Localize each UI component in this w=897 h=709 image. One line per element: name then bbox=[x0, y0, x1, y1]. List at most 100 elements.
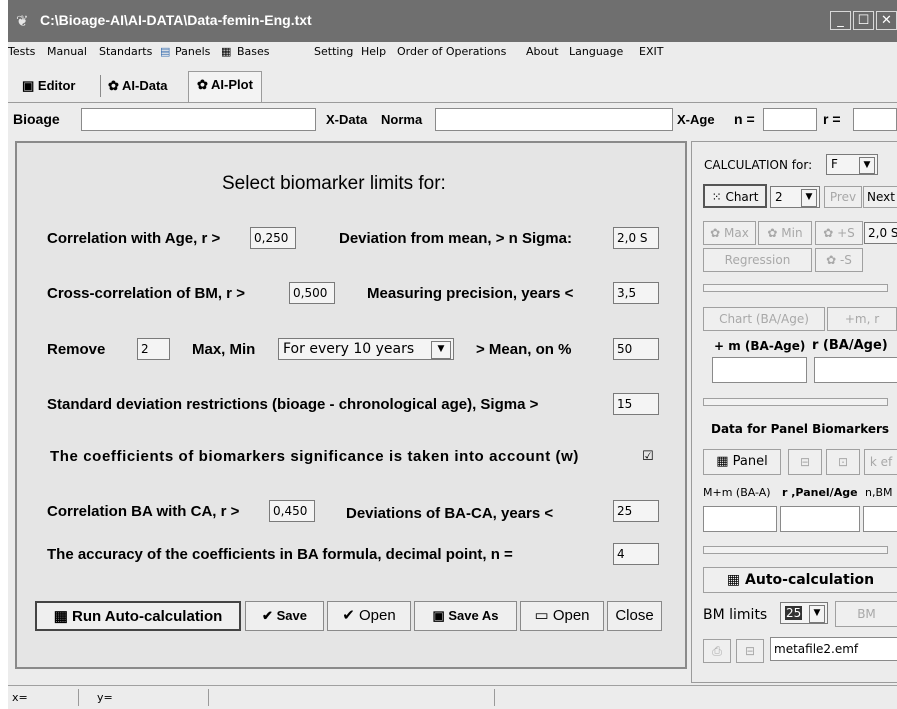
calculator-icon: ▦ bbox=[53, 608, 73, 625]
chart-label: Chart bbox=[725, 190, 759, 204]
r-panel-age-input[interactable] bbox=[780, 506, 860, 532]
calc-for-label: CALCULATION for: bbox=[704, 158, 813, 172]
panel-label: Panel bbox=[732, 454, 768, 469]
min-label: Min bbox=[781, 226, 803, 240]
sd-restriction-input[interactable]: 15 bbox=[613, 393, 659, 415]
max-icon: ✿ bbox=[710, 226, 725, 240]
bm-limits-value: 25 bbox=[785, 606, 803, 620]
m-ba-age-label: + m (BA-Age) bbox=[714, 339, 806, 353]
menu-panels[interactable]: Panels bbox=[175, 45, 210, 58]
menu-standarts[interactable]: Standarts bbox=[99, 45, 152, 58]
r-input[interactable] bbox=[853, 108, 897, 131]
menu-help[interactable]: Help bbox=[361, 45, 386, 58]
plus-s-button[interactable]: ✿ +S bbox=[815, 221, 863, 245]
editor-icon: ▣ bbox=[22, 78, 38, 93]
regression-button[interactable]: Regression bbox=[703, 248, 812, 272]
panel-save-icon[interactable]: ⊟ bbox=[788, 449, 822, 475]
ai-data-icon: ✿ bbox=[108, 78, 123, 93]
tab-ai-data[interactable]: ✿ AI-Data bbox=[108, 73, 168, 99]
kef-button[interactable]: k ef bbox=[864, 449, 897, 475]
menu-about[interactable]: About bbox=[526, 45, 559, 58]
limits-heading: Select biomarker limits for: bbox=[222, 173, 446, 194]
chart-button[interactable]: ⁙ Chart bbox=[703, 184, 767, 208]
accuracy-input[interactable]: 4 bbox=[613, 543, 659, 565]
calc-for-value: F bbox=[831, 157, 838, 171]
dev-mean-label: Deviation from mean, > n Sigma: bbox=[339, 230, 572, 247]
progress-bar-3 bbox=[703, 546, 888, 554]
minus-s-icon: ✿ bbox=[826, 253, 840, 267]
corr-ba-label: Correlation BA with CA, r > bbox=[47, 503, 240, 520]
close-window-button[interactable]: ✕ bbox=[876, 11, 897, 30]
auto-calculation-button[interactable]: ▦ Auto-calculation bbox=[703, 567, 897, 593]
save-as-label: Save As bbox=[448, 608, 499, 623]
mean-percent-input[interactable]: 50 bbox=[613, 338, 659, 360]
xage-label: X-Age bbox=[677, 112, 715, 127]
n-bm-input[interactable] bbox=[863, 506, 897, 532]
n-input[interactable] bbox=[763, 108, 817, 131]
bm-limits-select[interactable]: 25 ▼ bbox=[780, 602, 828, 624]
minimize-button[interactable]: _ bbox=[830, 11, 851, 30]
run-autocalc-button[interactable]: ▦ Run Auto-calculation bbox=[35, 601, 241, 631]
min-button[interactable]: ✿ Min bbox=[758, 221, 812, 245]
checkmark-icon: ✔ bbox=[342, 607, 360, 624]
title-bar: ❦ C:\Bioage-AI\AI-DATA\Data-femin-Eng.tx… bbox=[8, 0, 897, 42]
save-as-button[interactable]: ▣ Save As bbox=[414, 601, 517, 631]
disk-icon[interactable]: ⊟ bbox=[736, 639, 764, 663]
r-panel-age-label: r ,Panel/Age bbox=[782, 486, 858, 499]
calculator-icon: ▦ bbox=[726, 572, 746, 588]
bioage-label: Bioage bbox=[13, 111, 60, 127]
panel-button[interactable]: ▦ Panel bbox=[703, 449, 781, 475]
precision-input[interactable]: 3,5 bbox=[613, 282, 659, 304]
menu-setting[interactable]: Setting bbox=[314, 45, 353, 58]
coef-significance-checkbox[interactable]: ☑ bbox=[642, 449, 654, 464]
m-ba-age-input[interactable] bbox=[712, 357, 807, 383]
tab-editor[interactable]: ▣ Editor bbox=[22, 73, 75, 99]
accuracy-label: The accuracy of the coefficients in BA f… bbox=[47, 546, 513, 563]
norma-label: Norma bbox=[381, 112, 423, 127]
chart-ba-age-button[interactable]: Chart (BA/Age) bbox=[703, 307, 825, 331]
app-window: ❦ C:\Bioage-AI\AI-DATA\Data-femin-Eng.tx… bbox=[8, 0, 897, 709]
limits-panel: Select biomarker limits for: Correlation… bbox=[15, 141, 687, 669]
tab-ai-plot[interactable]: ✿ AI-Plot bbox=[188, 71, 262, 102]
mba-input[interactable] bbox=[703, 506, 777, 532]
sigma-input[interactable]: 2,0 S bbox=[864, 222, 897, 244]
open-button[interactable]: ✔ Open bbox=[327, 601, 411, 631]
bioage-input[interactable] bbox=[81, 108, 316, 131]
norma-input[interactable] bbox=[435, 108, 673, 131]
corr-age-input[interactable]: 0,250 bbox=[250, 227, 296, 249]
max-button[interactable]: ✿ Max bbox=[703, 221, 756, 245]
tab-ai-plot-label: AI-Plot bbox=[211, 77, 253, 92]
remove-input[interactable]: 2 bbox=[137, 338, 170, 360]
every-years-select[interactable]: For every 10 years ▼ bbox=[278, 338, 454, 360]
close-button[interactable]: Close bbox=[607, 601, 662, 631]
metafile-input[interactable]: metafile2.emf bbox=[770, 637, 897, 661]
panel-open-icon[interactable]: ⊡ bbox=[826, 449, 860, 475]
bm-button[interactable]: BM bbox=[835, 601, 897, 627]
calc-for-select[interactable]: F ▼ bbox=[826, 154, 878, 175]
r-ba-age-input[interactable] bbox=[814, 357, 897, 383]
menu-tests[interactable]: Tests bbox=[8, 45, 35, 58]
open-folder-button[interactable]: ▭ Open bbox=[520, 601, 604, 631]
prev-button[interactable]: Prev bbox=[824, 186, 862, 208]
minus-s-button[interactable]: ✿ -S bbox=[815, 248, 863, 272]
corr-ba-input[interactable]: 0,450 bbox=[269, 500, 315, 522]
next-button[interactable]: Next bbox=[863, 186, 897, 208]
table-icon: ▦ bbox=[716, 454, 733, 469]
save-button[interactable]: ✔ Save bbox=[245, 601, 324, 631]
maximize-button[interactable]: ☐ bbox=[853, 11, 874, 30]
print-icon[interactable]: ⎙ bbox=[703, 639, 731, 663]
plus-m-r-button[interactable]: +m, r bbox=[827, 307, 897, 331]
menu-exit[interactable]: EXIT bbox=[639, 45, 663, 58]
menu-language[interactable]: Language bbox=[569, 45, 623, 58]
status-y: y= bbox=[97, 691, 113, 704]
dev-mean-input[interactable]: 2,0 S bbox=[613, 227, 659, 249]
menu-order-of-operations[interactable]: Order of Operations bbox=[397, 45, 506, 58]
cross-corr-input[interactable]: 0,500 bbox=[289, 282, 335, 304]
chart-number-select[interactable]: 2 ▼ bbox=[770, 186, 820, 208]
maxmin-label: Max, Min bbox=[192, 341, 256, 358]
menu-manual[interactable]: Manual bbox=[47, 45, 87, 58]
every-years-value: For every 10 years bbox=[283, 341, 415, 357]
dev-ba-input[interactable]: 25 bbox=[613, 500, 659, 522]
menu-bases[interactable]: Bases bbox=[237, 45, 270, 58]
chevron-down-icon: ▼ bbox=[809, 605, 825, 623]
